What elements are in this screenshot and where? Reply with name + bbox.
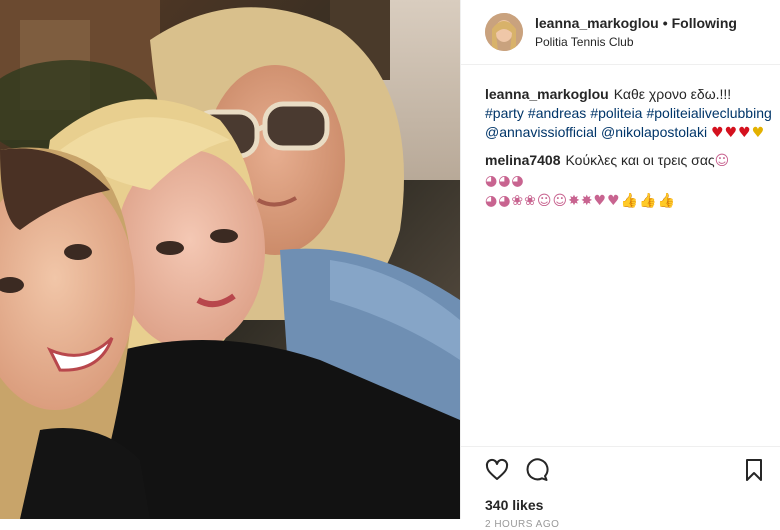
comment-text: Κούκλες και οι τρεις σας <box>565 152 715 168</box>
likes-count[interactable]: 340 likes <box>485 497 766 513</box>
comment-username[interactable]: melina7408 <box>485 152 561 168</box>
caption-text: Καθε χρονο εδω.!!! <box>613 86 732 102</box>
heart-icon[interactable] <box>485 458 509 482</box>
selfie-image <box>0 0 460 519</box>
header-username[interactable]: leanna_markoglou <box>535 15 659 31</box>
caption: leanna_markoglou Καθε χρονο εδω.!!! #part… <box>485 85 772 143</box>
caption-username[interactable]: leanna_markoglou <box>485 86 609 102</box>
header-separator: • <box>662 15 668 31</box>
hashtag-politeialiveclubbing[interactable]: #politeialiveclubbing <box>646 105 771 121</box>
post-header: leanna_markoglou • Following Politia Tenni… <box>461 0 780 65</box>
mention-nikolapostolaki[interactable]: @nikolapostolaki <box>601 124 707 140</box>
yellow-heart-emoji: ♥ <box>751 125 766 141</box>
following-button[interactable]: Following <box>672 15 737 31</box>
post-timestamp: 2 HOURS AGO <box>485 519 560 530</box>
post-side-panel: leanna_markoglou • Following Politia Tenni… <box>460 0 780 530</box>
avatar-image <box>485 13 523 51</box>
comments-section: leanna_markoglou Καθε χρονο εδω.!!! #part… <box>461 65 780 211</box>
comment-emoji-line: ◕◕❀❀☺☺✸✸♥♥👍👍👍 <box>485 193 676 209</box>
hearts-emoji: ♥♥♥ <box>711 125 752 141</box>
hashtag-politeia[interactable]: #politeia <box>590 105 642 121</box>
post-photo[interactable] <box>0 0 460 519</box>
comment-item: melina7408 Κούκλες και οι τρεις σας☺◕◕◕ ◕… <box>485 151 762 211</box>
hashtag-andreas[interactable]: #andreas <box>528 105 586 121</box>
mention-annavissiofficial[interactable]: @annavissiofficial <box>485 124 597 140</box>
post-actions: 340 likes 2 HOURS AGO <box>461 446 780 530</box>
avatar[interactable] <box>485 13 523 51</box>
instagram-post: leanna_markoglou • Following Politia Tenni… <box>0 0 780 530</box>
comment-icon[interactable] <box>525 458 549 482</box>
bookmark-icon[interactable] <box>742 458 766 482</box>
hashtag-party[interactable]: #party <box>485 105 524 121</box>
location-link[interactable]: Politia Tennis Club <box>535 35 737 49</box>
